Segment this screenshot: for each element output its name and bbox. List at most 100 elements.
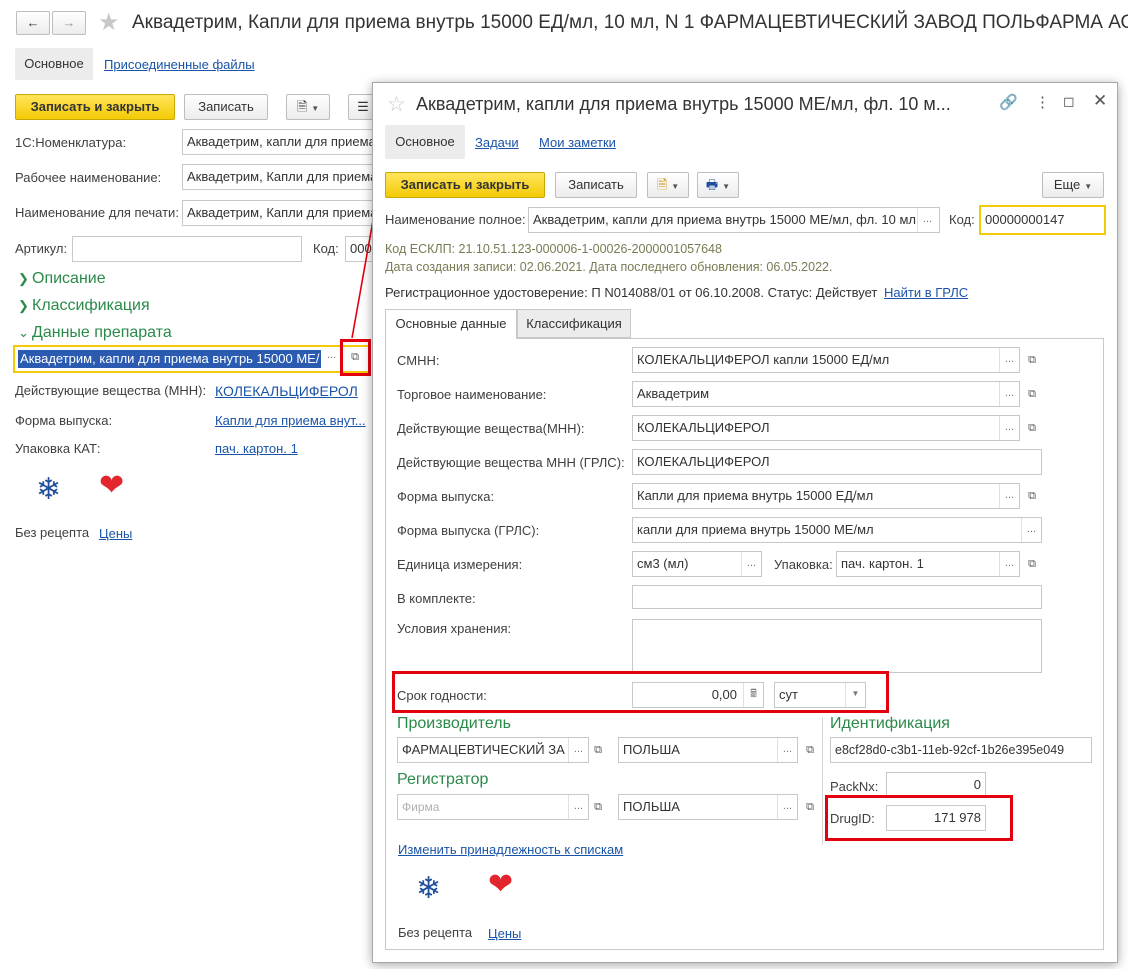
pack-value: пач. картон. 1 [841, 556, 924, 571]
full-name-select-button[interactable]: ... [917, 208, 937, 232]
manufacturer-open-icon[interactable]: ⧉ [588, 740, 608, 760]
manufacturer-select-button[interactable]: ... [568, 738, 588, 762]
substances-open-icon[interactable]: ⧉ [1022, 418, 1042, 438]
link-icon[interactable]: 🔗 [999, 93, 1018, 111]
group-classification[interactable]: ❯ Классификация [18, 297, 150, 315]
save-close-button[interactable]: Записать и закрыть [15, 94, 175, 120]
calculator-icon[interactable]: 🖩 [743, 683, 763, 707]
open-drug-icon[interactable]: ⧉ [345, 347, 365, 367]
favorite-star-icon[interactable]: ★ [98, 8, 120, 37]
doc-plus-icon: 🗎 [656, 177, 668, 192]
chevron-right-icon: ❯ [18, 298, 29, 313]
dialog-tab-main[interactable]: Основное [385, 125, 465, 159]
guid-field[interactable]: e8cf28d0-c3b1-11eb-92cf-1b26e395e049 [830, 737, 1092, 763]
registrar-country-select-button[interactable]: ... [777, 795, 797, 819]
reg-cert-text: Регистрационное удостоверение: П N014088… [385, 285, 878, 300]
substances-select-button[interactable]: ... [999, 416, 1019, 440]
form-field[interactable]: Капли для приема внутрь 15000 ЕД/мл... [632, 483, 1020, 509]
inner-tab-classification-label: Классификация [526, 316, 622, 331]
form-label: Форма выпуска: [397, 489, 495, 504]
code-field[interactable]: 00000000147 [979, 205, 1106, 235]
doc-icon: 🗎 [296, 99, 308, 114]
dialog-print-button[interactable]: 🖶 ▼ [697, 172, 739, 198]
actions-dropdown-button[interactable]: 🗎 ▼ [286, 94, 330, 120]
esklp-text: Код ЕСКЛП: 21.10.51.123-000006-1-00026-2… [385, 242, 722, 256]
chevron-down-icon[interactable]: ▼ [845, 683, 865, 707]
pack-select-button[interactable]: ... [999, 552, 1019, 576]
form-grls-value: капли для приема внутрь 15000 МЕ/мл [637, 522, 874, 537]
substances-grls-field[interactable]: КОЛЕКАЛЬЦИФЕРОЛ [632, 449, 1042, 475]
form-grls-select-button[interactable]: ... [1021, 518, 1041, 542]
drug-field-select-button[interactable]: ... [327, 349, 336, 361]
pack-label: Упаковка КАТ: [15, 441, 101, 456]
article-field[interactable] [72, 236, 302, 262]
tab-main-label: Основное [24, 56, 84, 71]
substances-link[interactable]: КОЛЕКАЛЬЦИФЕРОЛ [215, 383, 358, 399]
registrar-open-icon[interactable]: ⧉ [588, 797, 608, 817]
more-vert-icon[interactable]: ⋮ [1035, 93, 1050, 111]
full-name-field[interactable]: Аквадетрим, капли для приема внутрь 1500… [528, 207, 940, 233]
tab-main[interactable]: Основное [15, 48, 93, 80]
close-icon[interactable]: ✕ [1093, 91, 1107, 111]
tab-attached-files[interactable]: Присоединенные файлы [104, 57, 255, 72]
registrar-name-field[interactable]: Фирма... [397, 794, 589, 820]
form-open-icon[interactable]: ⧉ [1022, 486, 1042, 506]
dialog-more-button[interactable]: Еще ▼ [1042, 172, 1104, 198]
registrar-country-open-icon[interactable]: ⧉ [800, 797, 820, 817]
dialog-favorite-star-icon[interactable]: ☆ [387, 92, 406, 117]
registrar-country-field[interactable]: ПОЛЬША... [618, 794, 798, 820]
chevron-down-icon: ⌄ [18, 325, 29, 340]
pack-link[interactable]: пач. картон. 1 [215, 441, 298, 456]
substances-field[interactable]: КОЛЕКАЛЬЦИФЕРОЛ... [632, 415, 1020, 441]
pack-open-icon[interactable]: ⧉ [1022, 554, 1042, 574]
dialog-create-based-button[interactable]: 🗎 ▼ [647, 172, 689, 198]
shelf-unit-select[interactable]: сут ▼ [774, 682, 866, 708]
unit-value: см3 (мл) [637, 556, 689, 571]
registrar-select-button[interactable]: ... [568, 795, 588, 819]
smnn-value: КОЛЕКАЛЬЦИФЕРОЛ капли 15000 ЕД/мл [637, 352, 890, 367]
unit-field[interactable]: см3 (мл)... [632, 551, 762, 577]
kit-field[interactable] [632, 585, 1042, 609]
save-button[interactable]: Записать [184, 94, 268, 120]
inner-tab-main[interactable]: Основные данные [385, 309, 517, 339]
manufacturer-country-field[interactable]: ПОЛЬША... [618, 737, 798, 763]
smnn-select-button[interactable]: ... [999, 348, 1019, 372]
unit-select-button[interactable]: ... [741, 552, 761, 576]
dialog-save-close-button[interactable]: Записать и закрыть [385, 172, 545, 198]
pack-field[interactable]: пач. картон. 1... [836, 551, 1020, 577]
form-link[interactable]: Капли для приема внут... [215, 413, 366, 428]
form-grls-field[interactable]: капли для приема внутрь 15000 МЕ/мл... [632, 517, 1042, 543]
group-drug-data[interactable]: ⌄ Данные препарата [18, 324, 172, 342]
change-lists-link[interactable]: Изменить принадлежность к спискам [398, 842, 623, 857]
inner-panel: СМНН: КОЛЕКАЛЬЦИФЕРОЛ капли 15000 ЕД/мл.… [385, 338, 1104, 950]
storage-label: Условия хранения: [397, 621, 512, 636]
registrar-title: Регистратор [397, 771, 489, 788]
drug-field[interactable]: Аквадетрим, капли для приема внутрь 1500… [13, 345, 371, 373]
manufacturer-name-field[interactable]: ФАРМАЦЕВТИЧЕСКИЙ ЗА... [397, 737, 589, 763]
maximize-icon[interactable]: ◻ [1063, 93, 1075, 110]
nav-forward-button[interactable]: → [52, 11, 86, 35]
form-select-button[interactable]: ... [999, 484, 1019, 508]
manufacturer-country-select-button[interactable]: ... [777, 738, 797, 762]
smnn-field[interactable]: КОЛЕКАЛЬЦИФЕРОЛ капли 15000 ЕД/мл... [632, 347, 1020, 373]
dialog-tab-tasks[interactable]: Задачи [475, 135, 519, 150]
trade-name-open-icon[interactable]: ⧉ [1022, 384, 1042, 404]
inner-tab-classification[interactable]: Классификация [517, 309, 631, 338]
dialog-prices-link[interactable]: Цены [488, 926, 521, 941]
dialog-title: Аквадетрим, капли для приема внутрь 1500… [416, 94, 951, 114]
trade-name-select-button[interactable]: ... [999, 382, 1019, 406]
trade-name-field[interactable]: Аквадетрим... [632, 381, 1020, 407]
manufacturer-country-open-icon[interactable]: ⧉ [800, 740, 820, 760]
find-grls-link[interactable]: Найти в ГРЛС [884, 285, 968, 300]
dialog-save-button[interactable]: Записать [555, 172, 637, 198]
dialog-tab-notes[interactable]: Мои заметки [539, 135, 616, 150]
smnn-open-icon[interactable]: ⧉ [1022, 350, 1042, 370]
shelf-life-field[interactable]: 0,00 🖩 [632, 682, 764, 708]
storage-field[interactable] [632, 619, 1042, 673]
nav-back-button[interactable]: ← [16, 11, 50, 35]
prices-link[interactable]: Цены [99, 526, 132, 541]
unit-label: Единица измерения: [397, 557, 523, 572]
full-name-label: Наименование полное: [385, 212, 526, 227]
drugid-field[interactable]: 171 978 [886, 805, 986, 831]
group-description[interactable]: ❯ Описание [18, 270, 106, 288]
